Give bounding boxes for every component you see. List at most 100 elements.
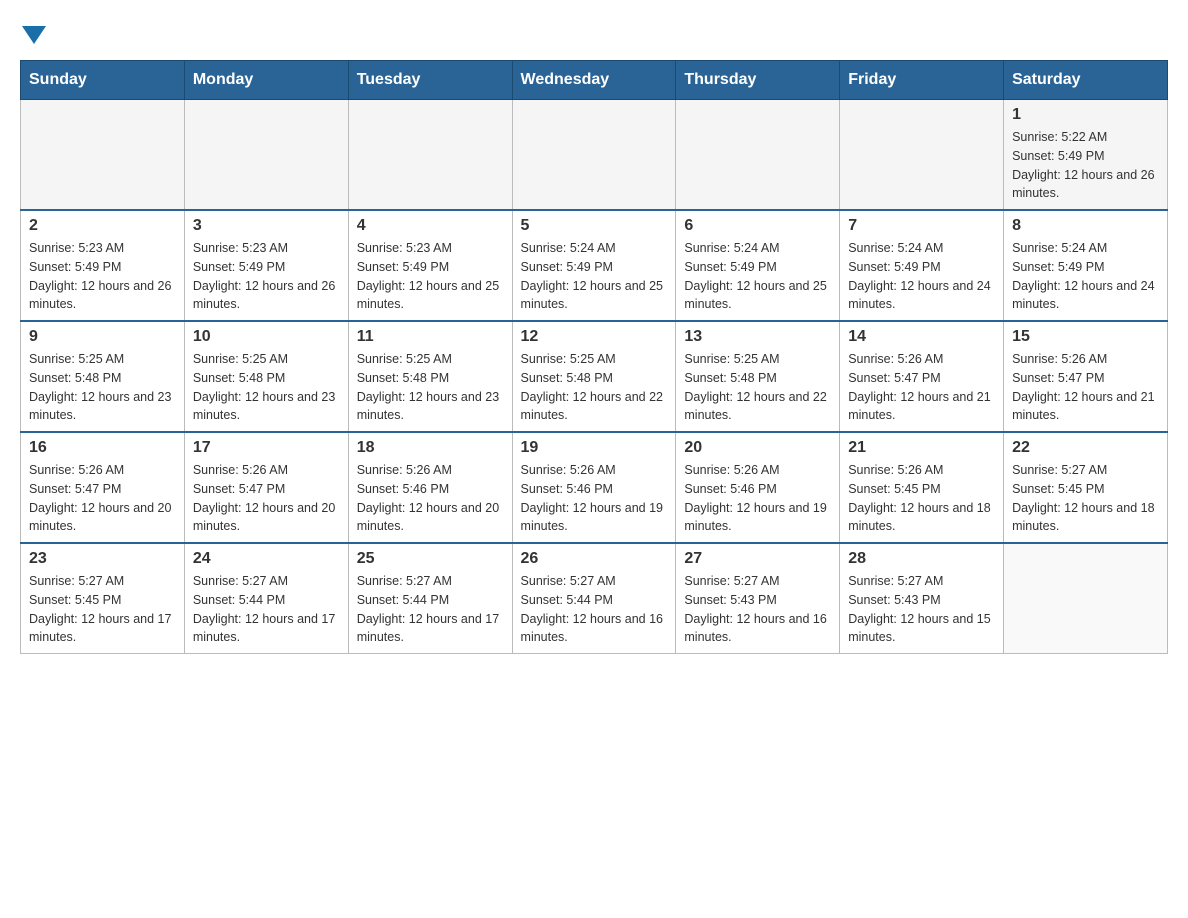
calendar-day-cell: 20 Sunrise: 5:26 AMSunset: 5:46 PMDayligh… xyxy=(676,432,840,543)
day-info: Sunrise: 5:27 AMSunset: 5:45 PMDaylight:… xyxy=(1012,461,1159,536)
page-header xyxy=(20,20,1168,44)
day-info: Sunrise: 5:27 AMSunset: 5:44 PMDaylight:… xyxy=(193,572,340,647)
day-number: 5 xyxy=(521,217,668,235)
day-info: Sunrise: 5:25 AMSunset: 5:48 PMDaylight:… xyxy=(521,350,668,425)
calendar-day-cell xyxy=(1004,543,1168,654)
calendar-day-cell: 1 Sunrise: 5:22 AMSunset: 5:49 PMDaylight… xyxy=(1004,100,1168,211)
calendar-day-cell: 24 Sunrise: 5:27 AMSunset: 5:44 PMDayligh… xyxy=(184,543,348,654)
calendar-day-cell: 12 Sunrise: 5:25 AMSunset: 5:48 PMDayligh… xyxy=(512,321,676,432)
day-number: 19 xyxy=(521,439,668,457)
calendar-day-cell xyxy=(840,100,1004,211)
day-info: Sunrise: 5:26 AMSunset: 5:47 PMDaylight:… xyxy=(193,461,340,536)
calendar-day-cell: 2 Sunrise: 5:23 AMSunset: 5:49 PMDaylight… xyxy=(21,210,185,321)
day-number: 11 xyxy=(357,328,504,346)
column-header-saturday: Saturday xyxy=(1004,61,1168,100)
day-number: 12 xyxy=(521,328,668,346)
calendar-day-cell: 3 Sunrise: 5:23 AMSunset: 5:49 PMDaylight… xyxy=(184,210,348,321)
calendar-day-cell: 5 Sunrise: 5:24 AMSunset: 5:49 PMDaylight… xyxy=(512,210,676,321)
calendar-day-cell: 11 Sunrise: 5:25 AMSunset: 5:48 PMDayligh… xyxy=(348,321,512,432)
day-number: 1 xyxy=(1012,106,1159,124)
day-number: 6 xyxy=(684,217,831,235)
day-number: 23 xyxy=(29,550,176,568)
calendar-day-cell: 7 Sunrise: 5:24 AMSunset: 5:49 PMDaylight… xyxy=(840,210,1004,321)
day-info: Sunrise: 5:26 AMSunset: 5:46 PMDaylight:… xyxy=(357,461,504,536)
day-info: Sunrise: 5:26 AMSunset: 5:47 PMDaylight:… xyxy=(29,461,176,536)
day-info: Sunrise: 5:27 AMSunset: 5:43 PMDaylight:… xyxy=(684,572,831,647)
day-number: 13 xyxy=(684,328,831,346)
calendar-day-cell: 13 Sunrise: 5:25 AMSunset: 5:48 PMDayligh… xyxy=(676,321,840,432)
calendar-day-cell: 27 Sunrise: 5:27 AMSunset: 5:43 PMDayligh… xyxy=(676,543,840,654)
day-info: Sunrise: 5:23 AMSunset: 5:49 PMDaylight:… xyxy=(193,239,340,314)
calendar-day-cell xyxy=(348,100,512,211)
day-number: 15 xyxy=(1012,328,1159,346)
day-info: Sunrise: 5:26 AMSunset: 5:46 PMDaylight:… xyxy=(684,461,831,536)
day-info: Sunrise: 5:27 AMSunset: 5:43 PMDaylight:… xyxy=(848,572,995,647)
day-number: 8 xyxy=(1012,217,1159,235)
day-info: Sunrise: 5:22 AMSunset: 5:49 PMDaylight:… xyxy=(1012,128,1159,203)
logo xyxy=(20,20,46,44)
calendar-day-cell: 28 Sunrise: 5:27 AMSunset: 5:43 PMDayligh… xyxy=(840,543,1004,654)
day-number: 9 xyxy=(29,328,176,346)
day-number: 2 xyxy=(29,217,176,235)
day-number: 10 xyxy=(193,328,340,346)
day-info: Sunrise: 5:24 AMSunset: 5:49 PMDaylight:… xyxy=(521,239,668,314)
column-header-thursday: Thursday xyxy=(676,61,840,100)
day-info: Sunrise: 5:27 AMSunset: 5:44 PMDaylight:… xyxy=(521,572,668,647)
day-info: Sunrise: 5:26 AMSunset: 5:45 PMDaylight:… xyxy=(848,461,995,536)
logo-arrow-icon xyxy=(22,26,46,44)
day-info: Sunrise: 5:24 AMSunset: 5:49 PMDaylight:… xyxy=(848,239,995,314)
calendar-day-cell: 25 Sunrise: 5:27 AMSunset: 5:44 PMDayligh… xyxy=(348,543,512,654)
day-number: 28 xyxy=(848,550,995,568)
calendar-week-row: 16Sunrise: 5:26 AMSunset: 5:47 PMDayligh… xyxy=(21,432,1168,543)
day-number: 24 xyxy=(193,550,340,568)
day-info: Sunrise: 5:23 AMSunset: 5:49 PMDaylight:… xyxy=(29,239,176,314)
calendar-day-cell: 4 Sunrise: 5:23 AMSunset: 5:49 PMDaylight… xyxy=(348,210,512,321)
calendar-day-cell: 10 Sunrise: 5:25 AMSunset: 5:48 PMDayligh… xyxy=(184,321,348,432)
calendar-day-cell xyxy=(184,100,348,211)
calendar-day-cell: 16Sunrise: 5:26 AMSunset: 5:47 PMDayligh… xyxy=(21,432,185,543)
calendar-day-cell: 15Sunrise: 5:26 AMSunset: 5:47 PMDayligh… xyxy=(1004,321,1168,432)
calendar-day-cell: 18 Sunrise: 5:26 AMSunset: 5:46 PMDayligh… xyxy=(348,432,512,543)
day-number: 7 xyxy=(848,217,995,235)
column-header-tuesday: Tuesday xyxy=(348,61,512,100)
day-number: 17 xyxy=(193,439,340,457)
day-info: Sunrise: 5:25 AMSunset: 5:48 PMDaylight:… xyxy=(684,350,831,425)
day-number: 21 xyxy=(848,439,995,457)
calendar-day-cell: 9 Sunrise: 5:25 AMSunset: 5:48 PMDaylight… xyxy=(21,321,185,432)
calendar-day-cell: 19 Sunrise: 5:26 AMSunset: 5:46 PMDayligh… xyxy=(512,432,676,543)
day-number: 27 xyxy=(684,550,831,568)
day-number: 14 xyxy=(848,328,995,346)
day-number: 18 xyxy=(357,439,504,457)
day-info: Sunrise: 5:25 AMSunset: 5:48 PMDaylight:… xyxy=(357,350,504,425)
column-header-monday: Monday xyxy=(184,61,348,100)
column-header-friday: Friday xyxy=(840,61,1004,100)
day-number: 25 xyxy=(357,550,504,568)
day-info: Sunrise: 5:25 AMSunset: 5:48 PMDaylight:… xyxy=(193,350,340,425)
calendar-day-cell: 22Sunrise: 5:27 AMSunset: 5:45 PMDayligh… xyxy=(1004,432,1168,543)
day-info: Sunrise: 5:23 AMSunset: 5:49 PMDaylight:… xyxy=(357,239,504,314)
calendar-day-cell: 26 Sunrise: 5:27 AMSunset: 5:44 PMDayligh… xyxy=(512,543,676,654)
calendar-week-row: 23 Sunrise: 5:27 AMSunset: 5:45 PMDayligh… xyxy=(21,543,1168,654)
day-number: 4 xyxy=(357,217,504,235)
calendar-day-cell xyxy=(676,100,840,211)
day-info: Sunrise: 5:26 AMSunset: 5:46 PMDaylight:… xyxy=(521,461,668,536)
calendar-day-cell xyxy=(21,100,185,211)
day-number: 26 xyxy=(521,550,668,568)
day-info: Sunrise: 5:27 AMSunset: 5:44 PMDaylight:… xyxy=(357,572,504,647)
day-info: Sunrise: 5:24 AMSunset: 5:49 PMDaylight:… xyxy=(684,239,831,314)
day-info: Sunrise: 5:25 AMSunset: 5:48 PMDaylight:… xyxy=(29,350,176,425)
day-info: Sunrise: 5:24 AMSunset: 5:49 PMDaylight:… xyxy=(1012,239,1159,314)
calendar-day-cell: 8 Sunrise: 5:24 AMSunset: 5:49 PMDaylight… xyxy=(1004,210,1168,321)
day-number: 3 xyxy=(193,217,340,235)
column-header-wednesday: Wednesday xyxy=(512,61,676,100)
day-info: Sunrise: 5:27 AMSunset: 5:45 PMDaylight:… xyxy=(29,572,176,647)
calendar-day-cell: 14 Sunrise: 5:26 AMSunset: 5:47 PMDayligh… xyxy=(840,321,1004,432)
day-number: 20 xyxy=(684,439,831,457)
calendar-week-row: 1 Sunrise: 5:22 AMSunset: 5:49 PMDaylight… xyxy=(21,100,1168,211)
day-info: Sunrise: 5:26 AMSunset: 5:47 PMDaylight:… xyxy=(848,350,995,425)
calendar-day-cell xyxy=(512,100,676,211)
calendar-table: SundayMondayTuesdayWednesdayThursdayFrid… xyxy=(20,60,1168,654)
calendar-day-cell: 6 Sunrise: 5:24 AMSunset: 5:49 PMDaylight… xyxy=(676,210,840,321)
calendar-week-row: 9 Sunrise: 5:25 AMSunset: 5:48 PMDaylight… xyxy=(21,321,1168,432)
calendar-week-row: 2 Sunrise: 5:23 AMSunset: 5:49 PMDaylight… xyxy=(21,210,1168,321)
